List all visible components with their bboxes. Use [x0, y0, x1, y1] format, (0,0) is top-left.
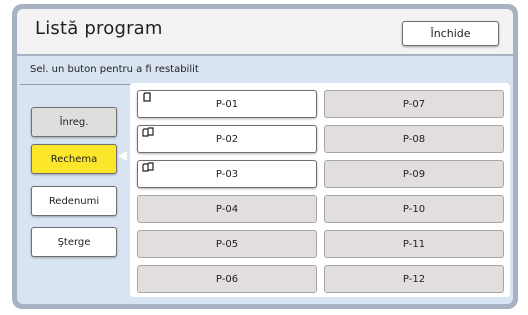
program-label: P-04 [215, 203, 239, 215]
program-slot-p11[interactable]: P-11 [324, 230, 504, 258]
program-slot-p08[interactable]: P-08 [324, 125, 504, 153]
selection-pointer-icon [118, 151, 127, 161]
program-label: P-02 [215, 133, 239, 145]
program-label: P-01 [215, 98, 239, 110]
program-label: P-12 [402, 273, 426, 285]
program-label: P-09 [402, 168, 426, 180]
program-label: P-08 [402, 133, 426, 145]
program-slot-p02[interactable]: P-02 [137, 125, 317, 153]
instruction-text: Sel. un buton pentru a fi restabilit [30, 64, 199, 75]
recall-button[interactable]: Rechema [31, 144, 117, 174]
register-button[interactable]: Înreg. [31, 107, 117, 137]
program-slot-p07[interactable]: P-07 [324, 90, 504, 118]
program-slot-p09[interactable]: P-09 [324, 160, 504, 188]
program-label: P-05 [215, 238, 239, 250]
dialog-title: Listă program [35, 18, 163, 39]
program-slot-p06[interactable]: P-06 [137, 265, 317, 293]
single-page-icon [143, 92, 151, 102]
program-slot-p04[interactable]: P-04 [137, 195, 317, 223]
multi-page-icon [142, 162, 154, 172]
rename-button[interactable]: Redenumi [31, 186, 117, 216]
close-button[interactable]: Închide [402, 21, 499, 46]
program-label: P-10 [402, 203, 426, 215]
title-bar: Listă program Închide [17, 9, 513, 54]
dialog-body: Sel. un buton pentru a fi restabilit Înr… [17, 56, 513, 304]
program-label: P-07 [402, 98, 426, 110]
delete-button[interactable]: Şterge [31, 227, 117, 257]
program-slot-p05[interactable]: P-05 [137, 230, 317, 258]
program-slot-p12[interactable]: P-12 [324, 265, 504, 293]
program-slot-p01[interactable]: P-01 [137, 90, 317, 118]
program-slot-p10[interactable]: P-10 [324, 195, 504, 223]
program-label: P-03 [215, 168, 239, 180]
program-slot-p03[interactable]: P-03 [137, 160, 317, 188]
program-grid: P-01 P-02 P-03 P-04 P-05 P-06 P-07 P-08 … [130, 83, 510, 297]
multi-page-icon [142, 127, 154, 137]
program-label: P-11 [402, 238, 426, 250]
program-label: P-06 [215, 273, 239, 285]
